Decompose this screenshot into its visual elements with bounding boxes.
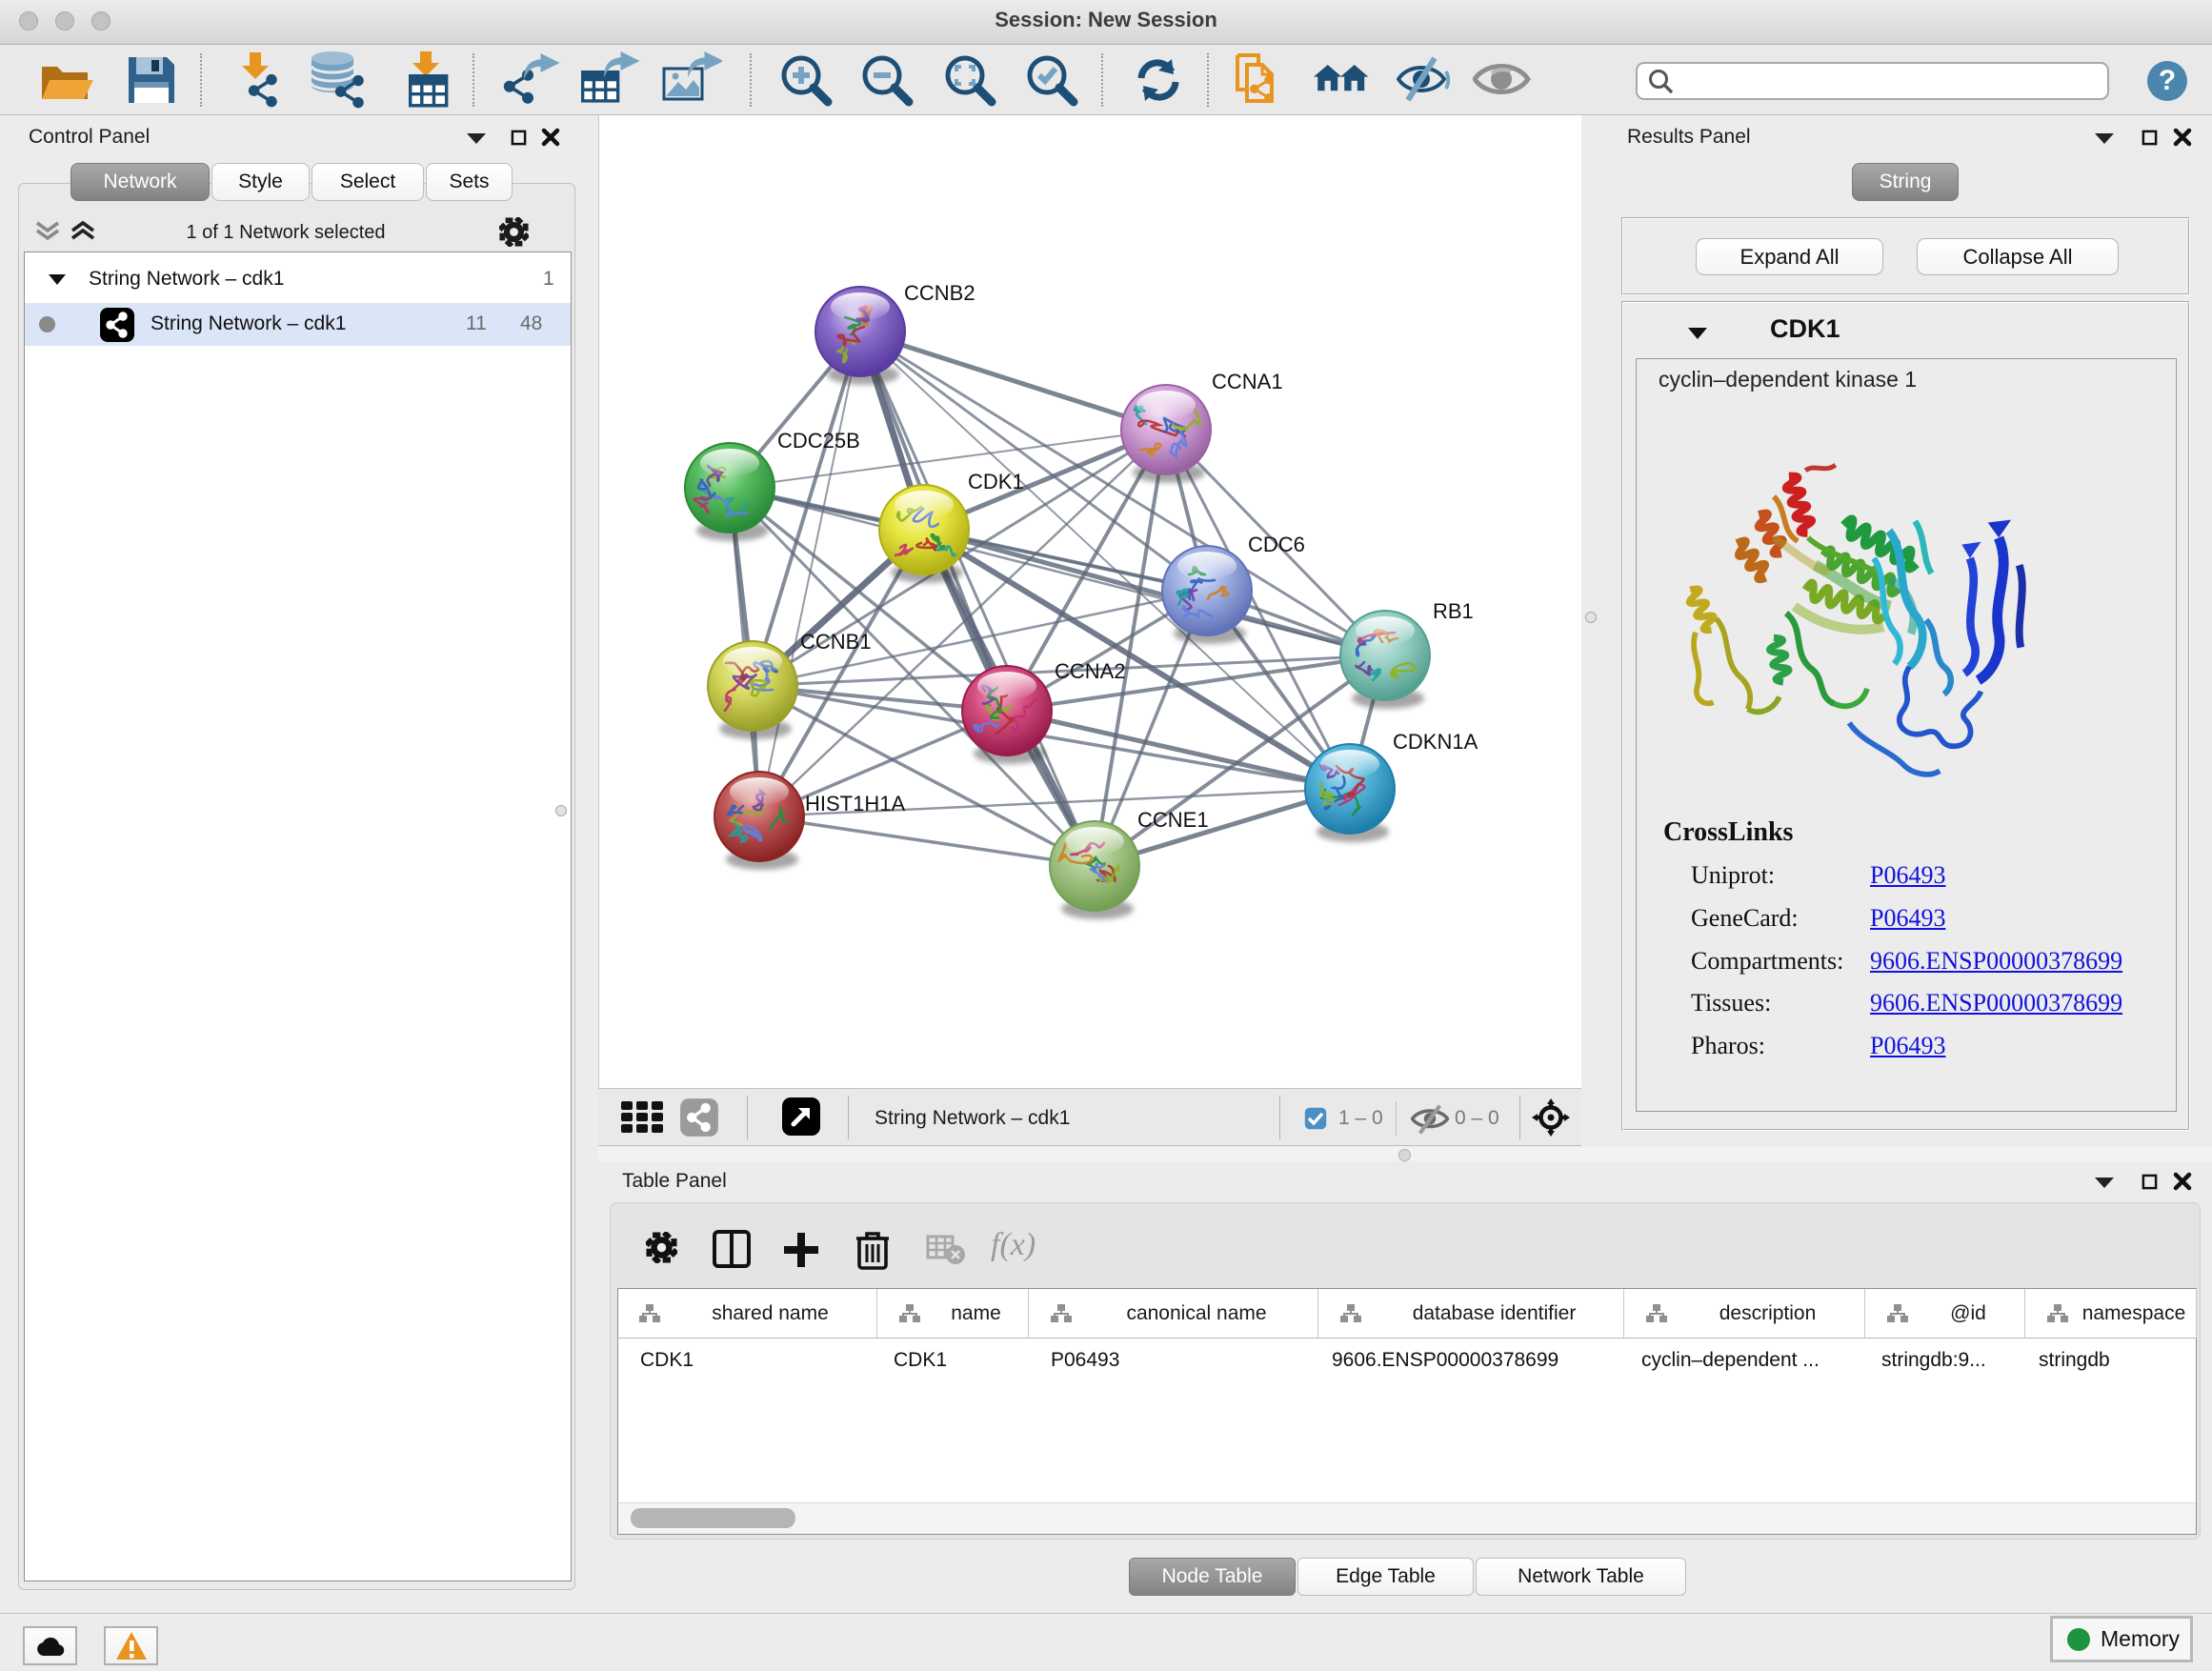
svg-text:?: ? <box>2159 65 2176 96</box>
svg-text:CDC6: CDC6 <box>1248 533 1305 556</box>
svg-text:CDC25B: CDC25B <box>777 429 860 453</box>
svg-text:CCNA2: CCNA2 <box>1055 659 1126 683</box>
svg-text:CCNB1: CCNB1 <box>800 630 872 654</box>
svg-text:CCNA1: CCNA1 <box>1212 370 1283 393</box>
svg-text:CDK1: CDK1 <box>968 470 1024 493</box>
svg-text:CDKN1A: CDKN1A <box>1393 730 1478 754</box>
svg-text:CCNB2: CCNB2 <box>904 281 975 305</box>
svg-text:CCNE1: CCNE1 <box>1137 808 1209 832</box>
svg-text:RB1: RB1 <box>1433 599 1474 623</box>
svg-text:HIST1H1A: HIST1H1A <box>805 792 905 815</box>
